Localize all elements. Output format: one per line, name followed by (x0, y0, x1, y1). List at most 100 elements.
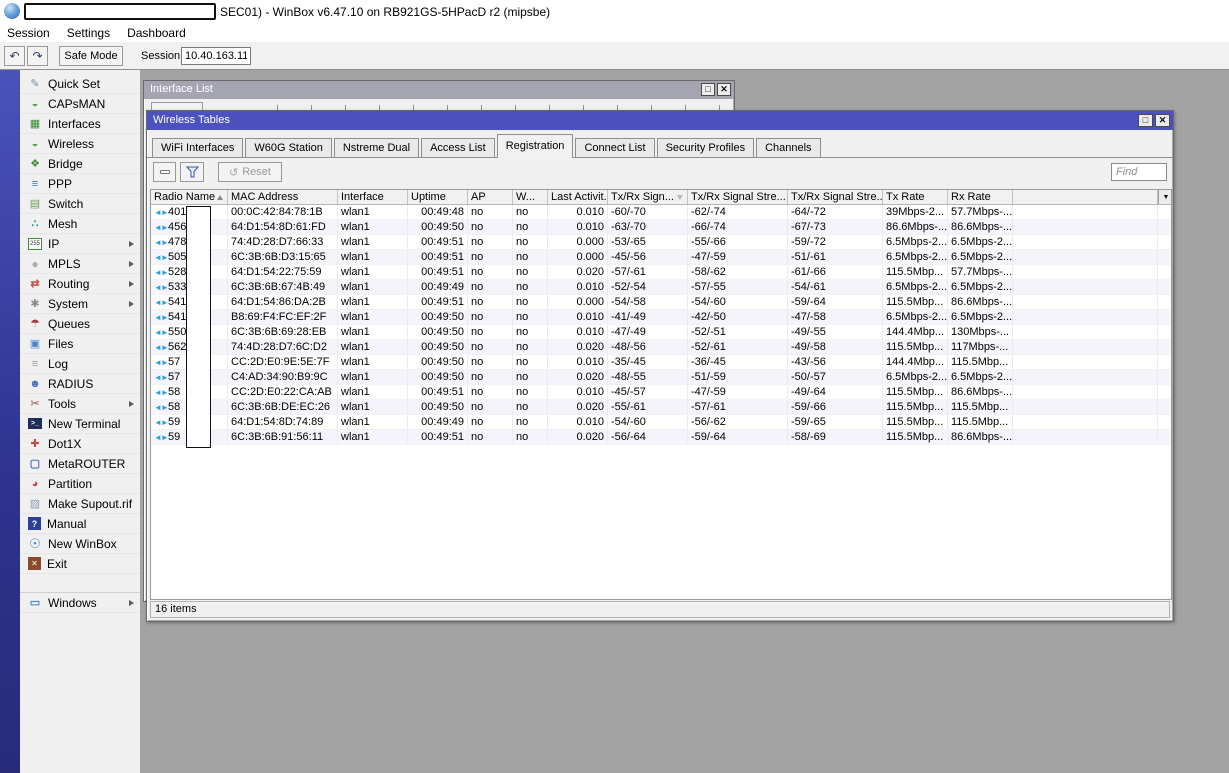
sidebar-item-capsman[interactable]: CAPsMAN (20, 94, 140, 114)
sidebar-item-new-winbox[interactable]: New WinBox (20, 534, 140, 554)
reset-button[interactable]: ↺ Reset (218, 162, 282, 182)
table-row[interactable]: 54164:D1:54:86:DA:2Bwlan100:49:51nono0.0… (151, 295, 1171, 310)
tab-connect-list[interactable]: Connect List (575, 138, 655, 158)
tab-channels[interactable]: Channels (756, 138, 821, 158)
sidebar-item-windows[interactable]: Windows (20, 593, 140, 613)
cell-wds: no (513, 355, 548, 369)
column-header-radio[interactable]: Radio Name (151, 190, 228, 204)
table-row[interactable]: 56274:4D:28:D7:6C:D2wlan100:49:50nono0.0… (151, 340, 1171, 355)
sidebar-item-ip[interactable]: IP (20, 234, 140, 254)
redaction-box (186, 206, 211, 448)
column-select-dropdown-button[interactable]: ▼ (1158, 190, 1171, 204)
wireless-tables-titlebar[interactable]: Wireless Tables □ ✕ (147, 111, 1173, 130)
column-header-iface[interactable]: Interface (338, 190, 408, 204)
cell-ap: no (468, 310, 513, 324)
sidebar-item-system[interactable]: System (20, 294, 140, 314)
interface-list-titlebar[interactable]: Interface List □ ✕ (144, 81, 734, 99)
cell-uptime: 00:49:51 (408, 250, 468, 264)
menu-settings[interactable]: Settings (67, 26, 110, 40)
sidebar-item-quick-set[interactable]: Quick Set (20, 74, 140, 94)
tab-access-list[interactable]: Access List (421, 138, 495, 158)
wireless-tables-title: Wireless Tables (153, 114, 230, 126)
cell-sig2: -56/-62 (688, 415, 788, 429)
maximize-icon[interactable]: □ (701, 83, 715, 96)
table-row[interactable]: 596C:3B:6B:91:56:11wlan100:49:51nono0.02… (151, 430, 1171, 445)
menu-dashboard[interactable]: Dashboard (127, 26, 186, 40)
cell-uptime: 00:49:50 (408, 370, 468, 384)
tab-registration[interactable]: Registration (496, 134, 574, 158)
sidebar-items: Quick Set CAPsMAN Interfaces Wireless Br… (20, 70, 140, 574)
cell-last: 0.010 (548, 355, 608, 369)
table-row[interactable]: 541B8:69:F4:FC:EF:2Fwlan100:49:50nono0.0… (151, 310, 1171, 325)
column-header-uptime[interactable]: Uptime (408, 190, 468, 204)
sidebar-item-dot1x[interactable]: Dot1X (20, 434, 140, 454)
column-header-sig3[interactable]: Tx/Rx Signal Stre... (788, 190, 883, 204)
cell-iface: wlan1 (338, 385, 408, 399)
sidebar-item-make-supout-rif[interactable]: Make Supout.rif (20, 494, 140, 514)
table-row[interactable]: 58CC:2D:E0:22:CA:ABwlan100:49:51nono0.01… (151, 385, 1171, 400)
sidebar-item-routing[interactable]: Routing (20, 274, 140, 294)
table-row[interactable]: 5336C:3B:6B:67:4B:49wlan100:49:49nono0.0… (151, 280, 1171, 295)
tab-w60g-station[interactable]: W60G Station (245, 138, 332, 158)
table-row[interactable]: 57C4:AD:34:90:B9:9Cwlan100:49:50nono0.02… (151, 370, 1171, 385)
column-header-empty[interactable] (1013, 190, 1158, 204)
session-input[interactable] (181, 47, 251, 65)
safe-mode-button[interactable]: Safe Mode (59, 46, 123, 66)
sidebar-item-new-terminal[interactable]: New Terminal (20, 414, 140, 434)
sidebar-item-exit[interactable]: Exit (20, 554, 140, 574)
column-header-last[interactable]: Last Activit... (548, 190, 608, 204)
tab-nstreme-dual[interactable]: Nstreme Dual (333, 138, 420, 158)
sidebar-item-bridge[interactable]: Bridge (20, 154, 140, 174)
sidebar-item-log[interactable]: Log (20, 354, 140, 374)
sidebar-item-mesh[interactable]: Mesh (20, 214, 140, 234)
sidebar-item-mpls[interactable]: MPLS (20, 254, 140, 274)
maximize-icon[interactable]: □ (1138, 114, 1153, 127)
table-row[interactable]: 5964:D1:54:8D:74:89wlan100:49:49nono0.01… (151, 415, 1171, 430)
column-header-sig2[interactable]: Tx/Rx Signal Stre... (688, 190, 788, 204)
cell-mac: CC:2D:E0:9E:5E:7F (228, 355, 338, 369)
table-row[interactable]: 52864:D1:54:22:75:59wlan100:49:51nono0.0… (151, 265, 1171, 280)
cell-ap: no (468, 295, 513, 309)
cell-empty (1013, 370, 1158, 384)
redo-button[interactable]: ↷ (27, 46, 48, 66)
sidebar-item-interfaces[interactable]: Interfaces (20, 114, 140, 134)
undo-button[interactable]: ↶ (4, 46, 25, 66)
sidebar-item-files[interactable]: Files (20, 334, 140, 354)
find-input[interactable] (1111, 163, 1167, 181)
sidebar-item-queues[interactable]: Queues (20, 314, 140, 334)
table-row[interactable]: 45664:D1:54:8D:61:FDwlan100:49:50nono0.0… (151, 220, 1171, 235)
interface-list-title: Interface List (150, 83, 213, 95)
cell-empty (1013, 340, 1158, 354)
filter-button[interactable] (180, 162, 204, 182)
column-header-wds[interactable]: W... (513, 190, 548, 204)
close-icon[interactable]: ✕ (717, 83, 731, 96)
sidebar-item-metarouter[interactable]: MetaROUTER (20, 454, 140, 474)
table-row[interactable]: 5506C:3B:6B:69:28:EBwlan100:49:50nono0.0… (151, 325, 1171, 340)
close-icon[interactable]: ✕ (1155, 114, 1170, 127)
column-header-tx[interactable]: Tx Rate (883, 190, 948, 204)
column-header-mac[interactable]: MAC Address (228, 190, 338, 204)
table-row[interactable]: 40100:0C:42:84:78:1Bwlan100:49:48nono0.0… (151, 205, 1171, 220)
sidebar-item-ppp[interactable]: PPP (20, 174, 140, 194)
column-header-ap[interactable]: AP (468, 190, 513, 204)
table-row[interactable]: 57CC:2D:E0:9E:5E:7Fwlan100:49:50nono0.01… (151, 355, 1171, 370)
tab-security-profiles[interactable]: Security Profiles (656, 138, 755, 158)
sidebar-item-radius[interactable]: RADIUS (20, 374, 140, 394)
table-row[interactable]: 5056C:3B:6B:D3:15:65wlan100:49:51nono0.0… (151, 250, 1171, 265)
tab-wifi-interfaces[interactable]: WiFi Interfaces (152, 138, 244, 158)
sidebar-item-partition[interactable]: Partition (20, 474, 140, 494)
cell-sig1: -54/-58 (608, 295, 688, 309)
sidebar-item-wireless[interactable]: Wireless (20, 134, 140, 154)
table-row[interactable]: 586C:3B:6B:DE:EC:26wlan100:49:50nono0.02… (151, 400, 1171, 415)
column-header-sig1[interactable]: Tx/Rx Sign... (608, 190, 688, 204)
cell-mac: CC:2D:E0:22:CA:AB (228, 385, 338, 399)
cell-sig3: -49/-55 (788, 325, 883, 339)
sidebar-item-switch[interactable]: Switch (20, 194, 140, 214)
cell-iface: wlan1 (338, 310, 408, 324)
sidebar-item-tools[interactable]: Tools (20, 394, 140, 414)
sidebar-item-manual[interactable]: Manual (20, 514, 140, 534)
table-row[interactable]: 47874:4D:28:D7:66:33wlan100:49:51nono0.0… (151, 235, 1171, 250)
column-header-rx[interactable]: Rx Rate (948, 190, 1013, 204)
remove-button[interactable] (153, 162, 176, 182)
menu-session[interactable]: Session (7, 26, 50, 40)
